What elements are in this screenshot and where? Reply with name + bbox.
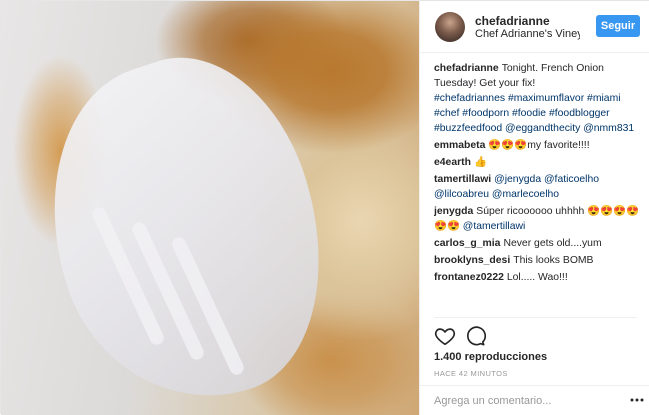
comment-item: frontanez0222 Lol..... Wao!!! (434, 270, 642, 285)
comment-item: emmabeta 😍😍😍my favorite!!!! (434, 138, 642, 153)
comment-item: jenygda Súper ricoooooo uhhhh 😍😍😍😍😍😍 @tam… (434, 204, 642, 234)
divider (434, 317, 637, 318)
comment-username[interactable]: brooklyns_desi (434, 255, 510, 266)
add-comment-bar (420, 385, 649, 415)
post-header: chefadrianne Chef Adrianne's Vineyar... … (420, 1, 649, 53)
comment-item: brooklyns_desi This looks BOMB (434, 253, 642, 268)
header-username[interactable]: chefadrianne (475, 14, 550, 28)
comment-text: This looks BOMB (513, 255, 594, 266)
comment-text: Lol..... Wao!!! (506, 272, 568, 283)
comment-username[interactable]: emmabeta (434, 140, 485, 151)
comment-input[interactable] (434, 392, 614, 410)
comment-item: carlos_g_mia Never gets old....yum (434, 236, 642, 251)
comment-username[interactable]: frontanez0222 (434, 272, 504, 283)
comment-text: 😍😍😍my favorite!!!! (488, 140, 590, 151)
header-location[interactable]: Chef Adrianne's Vineyar... (475, 28, 580, 40)
comment-mentions[interactable]: @tamertillawi (463, 221, 526, 232)
comment-username[interactable]: tamertillawi (434, 174, 491, 185)
post-photo[interactable] (1, 1, 419, 415)
more-icon[interactable] (630, 396, 644, 404)
instagram-post: chefadrianne Chef Adrianne's Vineyar... … (0, 0, 649, 415)
follow-button[interactable]: Seguir (596, 15, 640, 37)
caption-username[interactable]: chefadrianne (434, 63, 499, 74)
caption: chefadrianne Tonight. French Onion Tuesda… (434, 61, 642, 136)
comment-icon[interactable] (464, 325, 486, 347)
comment-username[interactable]: e4earth (434, 157, 471, 168)
comment-username[interactable]: jenygda (434, 206, 473, 217)
comment-text: Never gets old....yum (503, 238, 602, 249)
comment-list: chefadrianne Tonight. French Onion Tuesda… (434, 61, 642, 321)
comment-item: e4earth 👍 (434, 155, 642, 170)
post-details-panel: chefadrianne Chef Adrianne's Vineyar... … (419, 1, 649, 415)
caption-hashtags[interactable]: #chefadriannes #maximumflavor #miami #ch… (434, 91, 642, 136)
comment-text: 👍 (473, 157, 487, 168)
comment-username[interactable]: carlos_g_mia (434, 238, 500, 249)
comment-item: tamertillawi @jenygda @faticoelho @lilcoa… (434, 172, 642, 202)
action-bar (434, 323, 514, 349)
view-count[interactable]: 1.400 reproducciones (434, 351, 547, 363)
fork-shape (9, 29, 363, 415)
heart-icon[interactable] (434, 325, 456, 347)
avatar[interactable] (435, 12, 465, 42)
post-time[interactable]: HACE 42 MINUTOS (434, 369, 508, 378)
